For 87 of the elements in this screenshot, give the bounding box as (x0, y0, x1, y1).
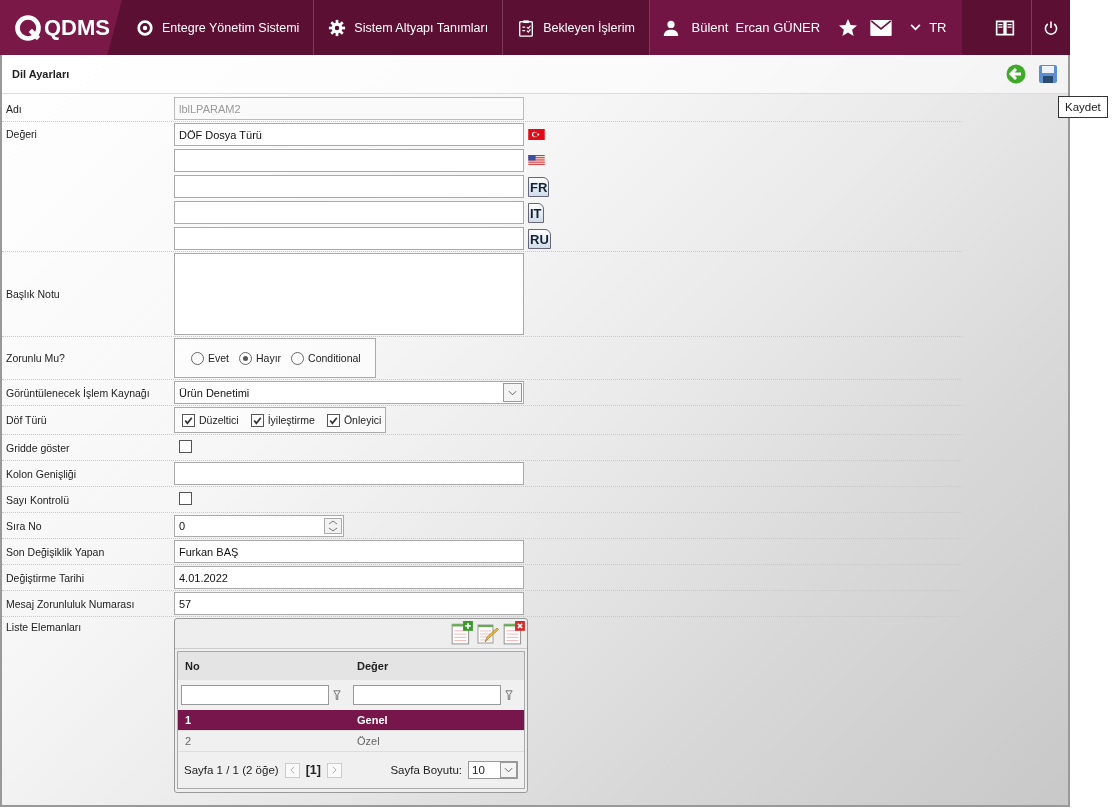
text-field[interactable]: 57 (174, 592, 524, 615)
table-cell-text: 2 (184, 735, 193, 747)
text-field[interactable] (174, 175, 524, 198)
text-field[interactable] (174, 149, 524, 172)
mail-icon[interactable] (870, 19, 893, 36)
radio-button[interactable] (291, 351, 305, 365)
chevron-down-icon (508, 389, 517, 396)
field-label: Mesaj Zorunluluk Numarası (6, 597, 135, 610)
grid-row[interactable]: 1 Genel (178, 710, 524, 731)
turkey-flag-icon (528, 129, 545, 140)
field-label: Gridde göster (6, 441, 70, 454)
field-label: Liste Elemanları (6, 621, 82, 633)
checkbox[interactable] (179, 440, 192, 453)
page-summary: Sayfa 1 / 1 (2 öğe) (184, 764, 279, 776)
q-circle-icon (136, 18, 154, 37)
user-icon (661, 18, 680, 37)
table-cell-text: Genel (356, 714, 389, 726)
field-label: Zorunlu Mu? (6, 352, 65, 364)
tooltip: Kaydet (1058, 96, 1108, 118)
current-page[interactable]: [1] (305, 763, 321, 777)
option-label: Düzeltici (199, 414, 239, 426)
language-code-label: IT (528, 202, 544, 223)
chevron-down-icon (504, 767, 513, 773)
option-label: Önleyici (343, 414, 382, 426)
field-label: Değiştirme Tarihi (6, 571, 84, 584)
field-label: Kolon Genişliği (6, 467, 77, 480)
logo-text: QDMS (44, 14, 110, 41)
language-code-label: RU (528, 228, 551, 249)
language-code-label: FR (528, 176, 550, 197)
checkbox[interactable] (179, 492, 192, 505)
field-label: Adı (6, 102, 22, 115)
radio-button[interactable] (239, 351, 252, 365)
table-cell-text: Özel (356, 735, 381, 747)
add-row-icon[interactable] (451, 621, 473, 645)
page-title: Dil Ayarları (12, 68, 70, 80)
page-size-label: Sayfa Boyutu: (390, 764, 462, 776)
filter-icon[interactable] (333, 689, 341, 701)
text-area[interactable] (174, 253, 524, 335)
logo[interactable]: QDMS (0, 0, 122, 55)
checkbox[interactable] (182, 413, 195, 427)
previous-page-button[interactable] (284, 762, 300, 778)
option-label: Hayır (256, 352, 282, 364)
page-size-dropdown[interactable]: 10 (468, 761, 518, 779)
table-cell-text: 1 (184, 714, 193, 726)
usa-flag-icon (528, 155, 545, 166)
power-icon (1043, 19, 1059, 36)
grid-row[interactable]: 2 Özel (178, 731, 524, 752)
q-logo-icon (14, 13, 42, 42)
field-label: Görüntülenecek İşlem Kaynağı (6, 386, 150, 399)
edit-row-icon[interactable] (477, 621, 499, 645)
chevron-down-icon (910, 24, 922, 31)
option-label: Evet (208, 352, 229, 364)
column-header[interactable]: Değer (350, 660, 522, 672)
option-label: İyileştirme (267, 414, 315, 426)
language-selector[interactable]: TR (904, 19, 953, 36)
column-header[interactable]: No (178, 660, 350, 672)
field-label: Sıra No (6, 519, 42, 532)
delete-row-icon[interactable] (503, 621, 525, 645)
chevron-right-icon (331, 766, 337, 774)
field-label: Başlık Notu (6, 288, 60, 300)
field-label: Değeri (6, 128, 37, 140)
checkbox[interactable] (326, 413, 340, 427)
text-field[interactable]: DÖF Dosya Türü (174, 123, 524, 146)
text-field[interactable] (174, 227, 524, 250)
star-icon[interactable] (838, 17, 859, 38)
filter-field[interactable] (353, 685, 501, 705)
option-label: Conditional (308, 352, 361, 364)
chevron-left-icon (289, 766, 295, 774)
checkbox[interactable] (250, 413, 264, 427)
user-menu[interactable]: Bülent Ercan GÜNER (655, 17, 827, 38)
spinner-arrows-icon (324, 517, 342, 534)
clipboard-icon (517, 18, 536, 37)
field-label: Döf Türü (6, 414, 47, 426)
radio-button[interactable] (191, 351, 204, 365)
text-field[interactable]: 4.01.2022 (174, 566, 524, 589)
next-page-button[interactable] (326, 762, 342, 778)
filter-field[interactable] (181, 685, 329, 705)
text-field[interactable] (174, 462, 524, 485)
text-field[interactable] (174, 201, 524, 224)
dropdown[interactable]: Ürün Denetimi (174, 381, 524, 404)
text-field[interactable]: Furkan BAŞ (174, 540, 524, 563)
filter-icon[interactable] (505, 689, 513, 701)
field-label: Sayı Kontrolü (6, 493, 70, 506)
save-icon[interactable] (1038, 64, 1058, 84)
back-arrow-icon[interactable] (1006, 64, 1026, 84)
field-label: Son Değişiklik Yapan (6, 545, 105, 558)
number-spinner[interactable]: 0 (174, 514, 344, 537)
